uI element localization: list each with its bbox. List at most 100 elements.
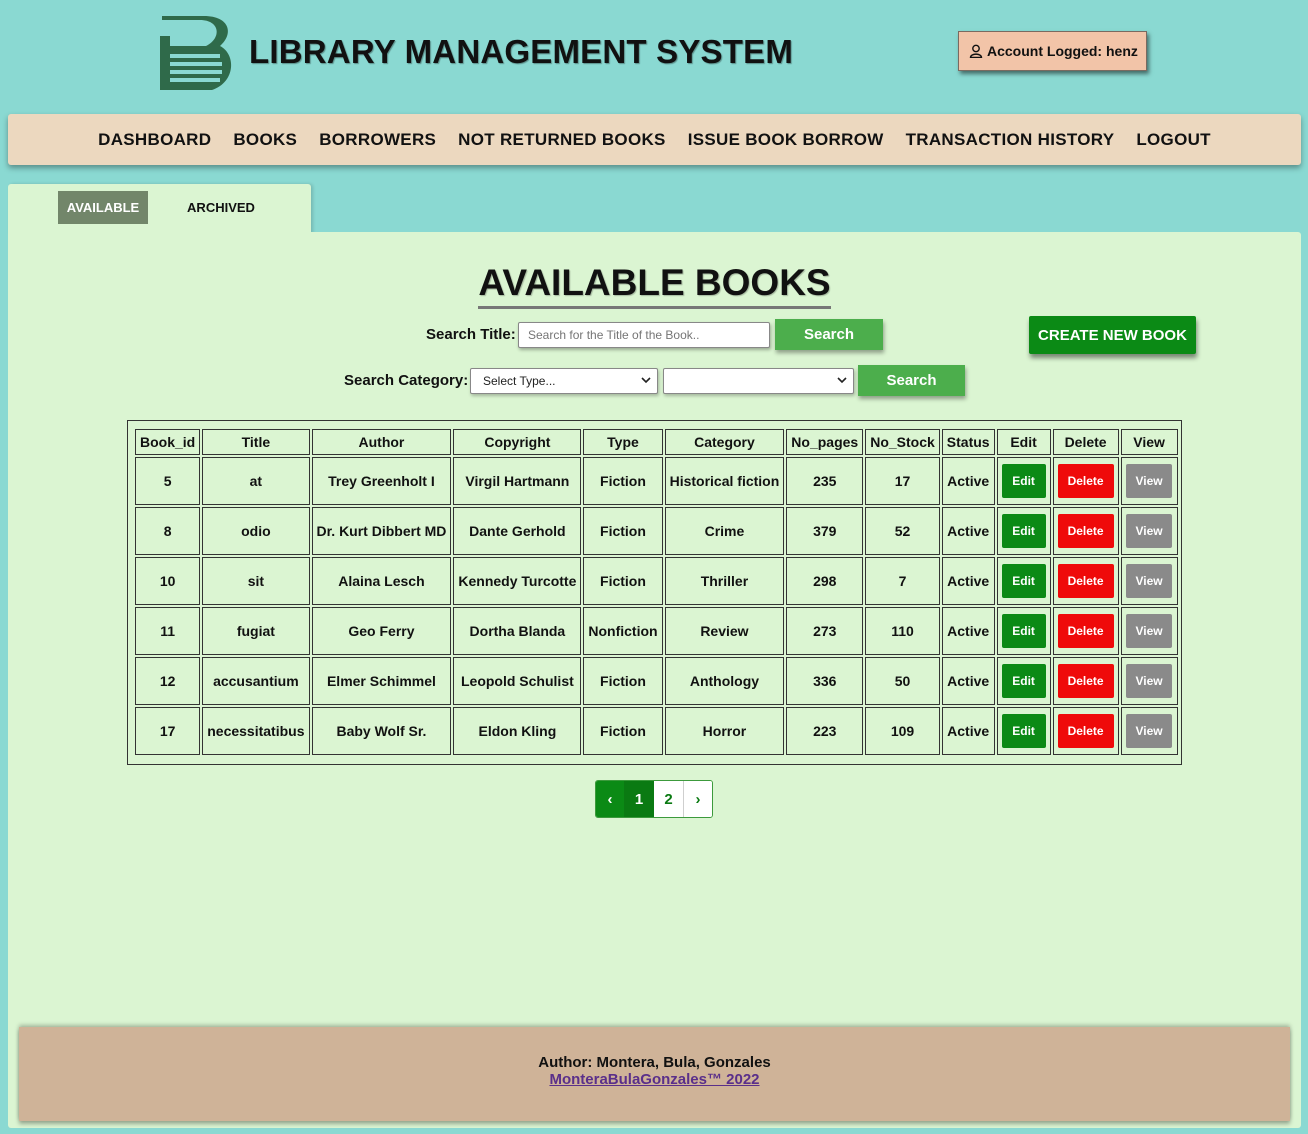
header: LIBRARY MANAGEMENT SYSTEM Account Logged…	[0, 0, 1308, 112]
cell-status: Active	[941, 457, 995, 505]
edit-button[interactable]: Edit	[1001, 564, 1046, 598]
edit-cell: Edit	[996, 707, 1051, 755]
nav-logout[interactable]: LOGOUT	[1136, 130, 1211, 150]
search-title-label: Search Title:	[426, 326, 516, 343]
page-title-wrap: AVAILABLE BOOKS	[8, 262, 1301, 309]
cell-no-stock: 110	[865, 607, 940, 655]
nav-issue-book-borrow[interactable]: ISSUE BOOK BORROW	[688, 130, 884, 150]
table-row: 5 at Trey Greenholt I Virgil Hartmann Fictio…	[135, 457, 1178, 505]
edit-button[interactable]: Edit	[1001, 714, 1046, 748]
delete-button[interactable]: Delete	[1057, 664, 1114, 698]
user-icon	[969, 44, 983, 58]
delete-cell: Delete	[1052, 657, 1119, 705]
search-category-button[interactable]: Search	[858, 365, 965, 396]
edit-button[interactable]: Edit	[1001, 464, 1046, 498]
main-panel: AVAILABLE BOOKS Search Title: Search CRE…	[8, 232, 1301, 1128]
cell-type: Fiction	[583, 457, 663, 505]
view-cell: View	[1120, 657, 1178, 705]
tab-archived[interactable]: ARCHIVED	[168, 191, 274, 224]
delete-button[interactable]: Delete	[1057, 564, 1114, 598]
cell-title: accusantium	[202, 657, 310, 705]
nav-dashboard[interactable]: DASHBOARD	[98, 130, 211, 150]
nav-borrowers[interactable]: BORROWERS	[319, 130, 436, 150]
edit-button[interactable]: Edit	[1001, 514, 1046, 548]
library-logo-icon	[160, 16, 232, 90]
cell-author: Geo Ferry	[311, 607, 452, 655]
view-cell: View	[1120, 507, 1178, 555]
cell-type: Nonfiction	[583, 607, 663, 655]
create-new-book-button[interactable]: CREATE NEW BOOK	[1029, 316, 1196, 354]
col-header-status: Status	[941, 429, 995, 455]
cell-category: Historical fiction	[664, 457, 785, 505]
type-select[interactable]: Select Type...	[470, 368, 658, 394]
delete-button[interactable]: Delete	[1057, 714, 1114, 748]
account-label: Account Logged: henz	[987, 43, 1138, 59]
footer-author: Author: Montera, Bula, Gonzales	[538, 1054, 771, 1071]
cell-status: Active	[941, 657, 995, 705]
pagination-page-2[interactable]: 2	[654, 781, 684, 817]
cell-no-pages: 298	[786, 557, 864, 605]
books-table: Book_id Title Author Copyright Type Cate…	[133, 427, 1180, 757]
view-button[interactable]: View	[1126, 464, 1173, 498]
view-cell: View	[1120, 557, 1178, 605]
cell-book-id: 8	[135, 507, 201, 555]
col-header-book-id: Book_id	[135, 429, 201, 455]
pagination-next-button[interactable]: ›	[684, 781, 712, 817]
edit-cell: Edit	[996, 657, 1051, 705]
view-cell: View	[1120, 707, 1178, 755]
cell-no-stock: 52	[865, 507, 940, 555]
delete-button[interactable]: Delete	[1057, 614, 1114, 648]
account-badge: Account Logged: henz	[958, 31, 1147, 71]
cell-author: Baby Wolf Sr.	[311, 707, 452, 755]
cell-author: Dr. Kurt Dibbert MD	[311, 507, 452, 555]
col-header-category: Category	[664, 429, 785, 455]
table-body: 5 at Trey Greenholt I Virgil Hartmann Fictio…	[135, 457, 1178, 755]
view-button[interactable]: View	[1126, 614, 1173, 648]
cell-type: Fiction	[583, 707, 663, 755]
cell-category: Anthology	[664, 657, 785, 705]
view-button[interactable]: View	[1126, 564, 1173, 598]
tab-available[interactable]: AVAILABLE	[58, 191, 148, 224]
cell-copyright: Dortha Blanda	[453, 607, 582, 655]
category-select[interactable]	[663, 368, 854, 394]
search-title-button[interactable]: Search	[775, 319, 883, 350]
view-cell: View	[1120, 607, 1178, 655]
cell-status: Active	[941, 707, 995, 755]
table-row: 12 accusantium Elmer Schimmel Leopold Schul…	[135, 657, 1178, 705]
col-header-type: Type	[583, 429, 663, 455]
delete-button[interactable]: Delete	[1057, 464, 1114, 498]
nav-books[interactable]: BOOKS	[233, 130, 297, 150]
cell-category: Horror	[664, 707, 785, 755]
search-title-input[interactable]	[518, 322, 770, 348]
cell-type: Fiction	[583, 507, 663, 555]
tab-bar: AVAILABLE ARCHIVED	[8, 184, 311, 234]
chevron-down-icon	[837, 377, 847, 384]
col-header-author: Author	[311, 429, 452, 455]
pagination-page-1[interactable]: 1	[624, 781, 654, 817]
cell-book-id: 11	[135, 607, 201, 655]
table-header-row: Book_id Title Author Copyright Type Cate…	[135, 429, 1178, 455]
table-row: 8 odio Dr. Kurt Dibbert MD Dante Gerhold Fic…	[135, 507, 1178, 555]
delete-button[interactable]: Delete	[1057, 514, 1114, 548]
cell-status: Active	[941, 607, 995, 655]
col-header-no-pages: No_pages	[786, 429, 864, 455]
cell-author: Alaina Lesch	[311, 557, 452, 605]
view-button[interactable]: View	[1126, 664, 1173, 698]
nav-not-returned-books[interactable]: NOT RETURNED BOOKS	[458, 130, 666, 150]
cell-no-pages: 379	[786, 507, 864, 555]
pagination-prev-button[interactable]: ‹	[596, 781, 624, 817]
cell-book-id: 10	[135, 557, 201, 605]
footer-copyright-link[interactable]: MonteraBulaGonzales™ 2022	[19, 1071, 1290, 1088]
cell-type: Fiction	[583, 657, 663, 705]
edit-button[interactable]: Edit	[1001, 664, 1046, 698]
col-header-no-stock: No_Stock	[865, 429, 940, 455]
cell-category: Review	[664, 607, 785, 655]
pagination: ‹ 1 2 ›	[595, 780, 713, 818]
nav-transaction-history[interactable]: TRANSACTION HISTORY	[906, 130, 1115, 150]
edit-button[interactable]: Edit	[1001, 614, 1046, 648]
view-button[interactable]: View	[1126, 714, 1173, 748]
cell-status: Active	[941, 557, 995, 605]
cell-copyright: Leopold Schulist	[453, 657, 582, 705]
cell-no-stock: 7	[865, 557, 940, 605]
view-button[interactable]: View	[1126, 514, 1173, 548]
